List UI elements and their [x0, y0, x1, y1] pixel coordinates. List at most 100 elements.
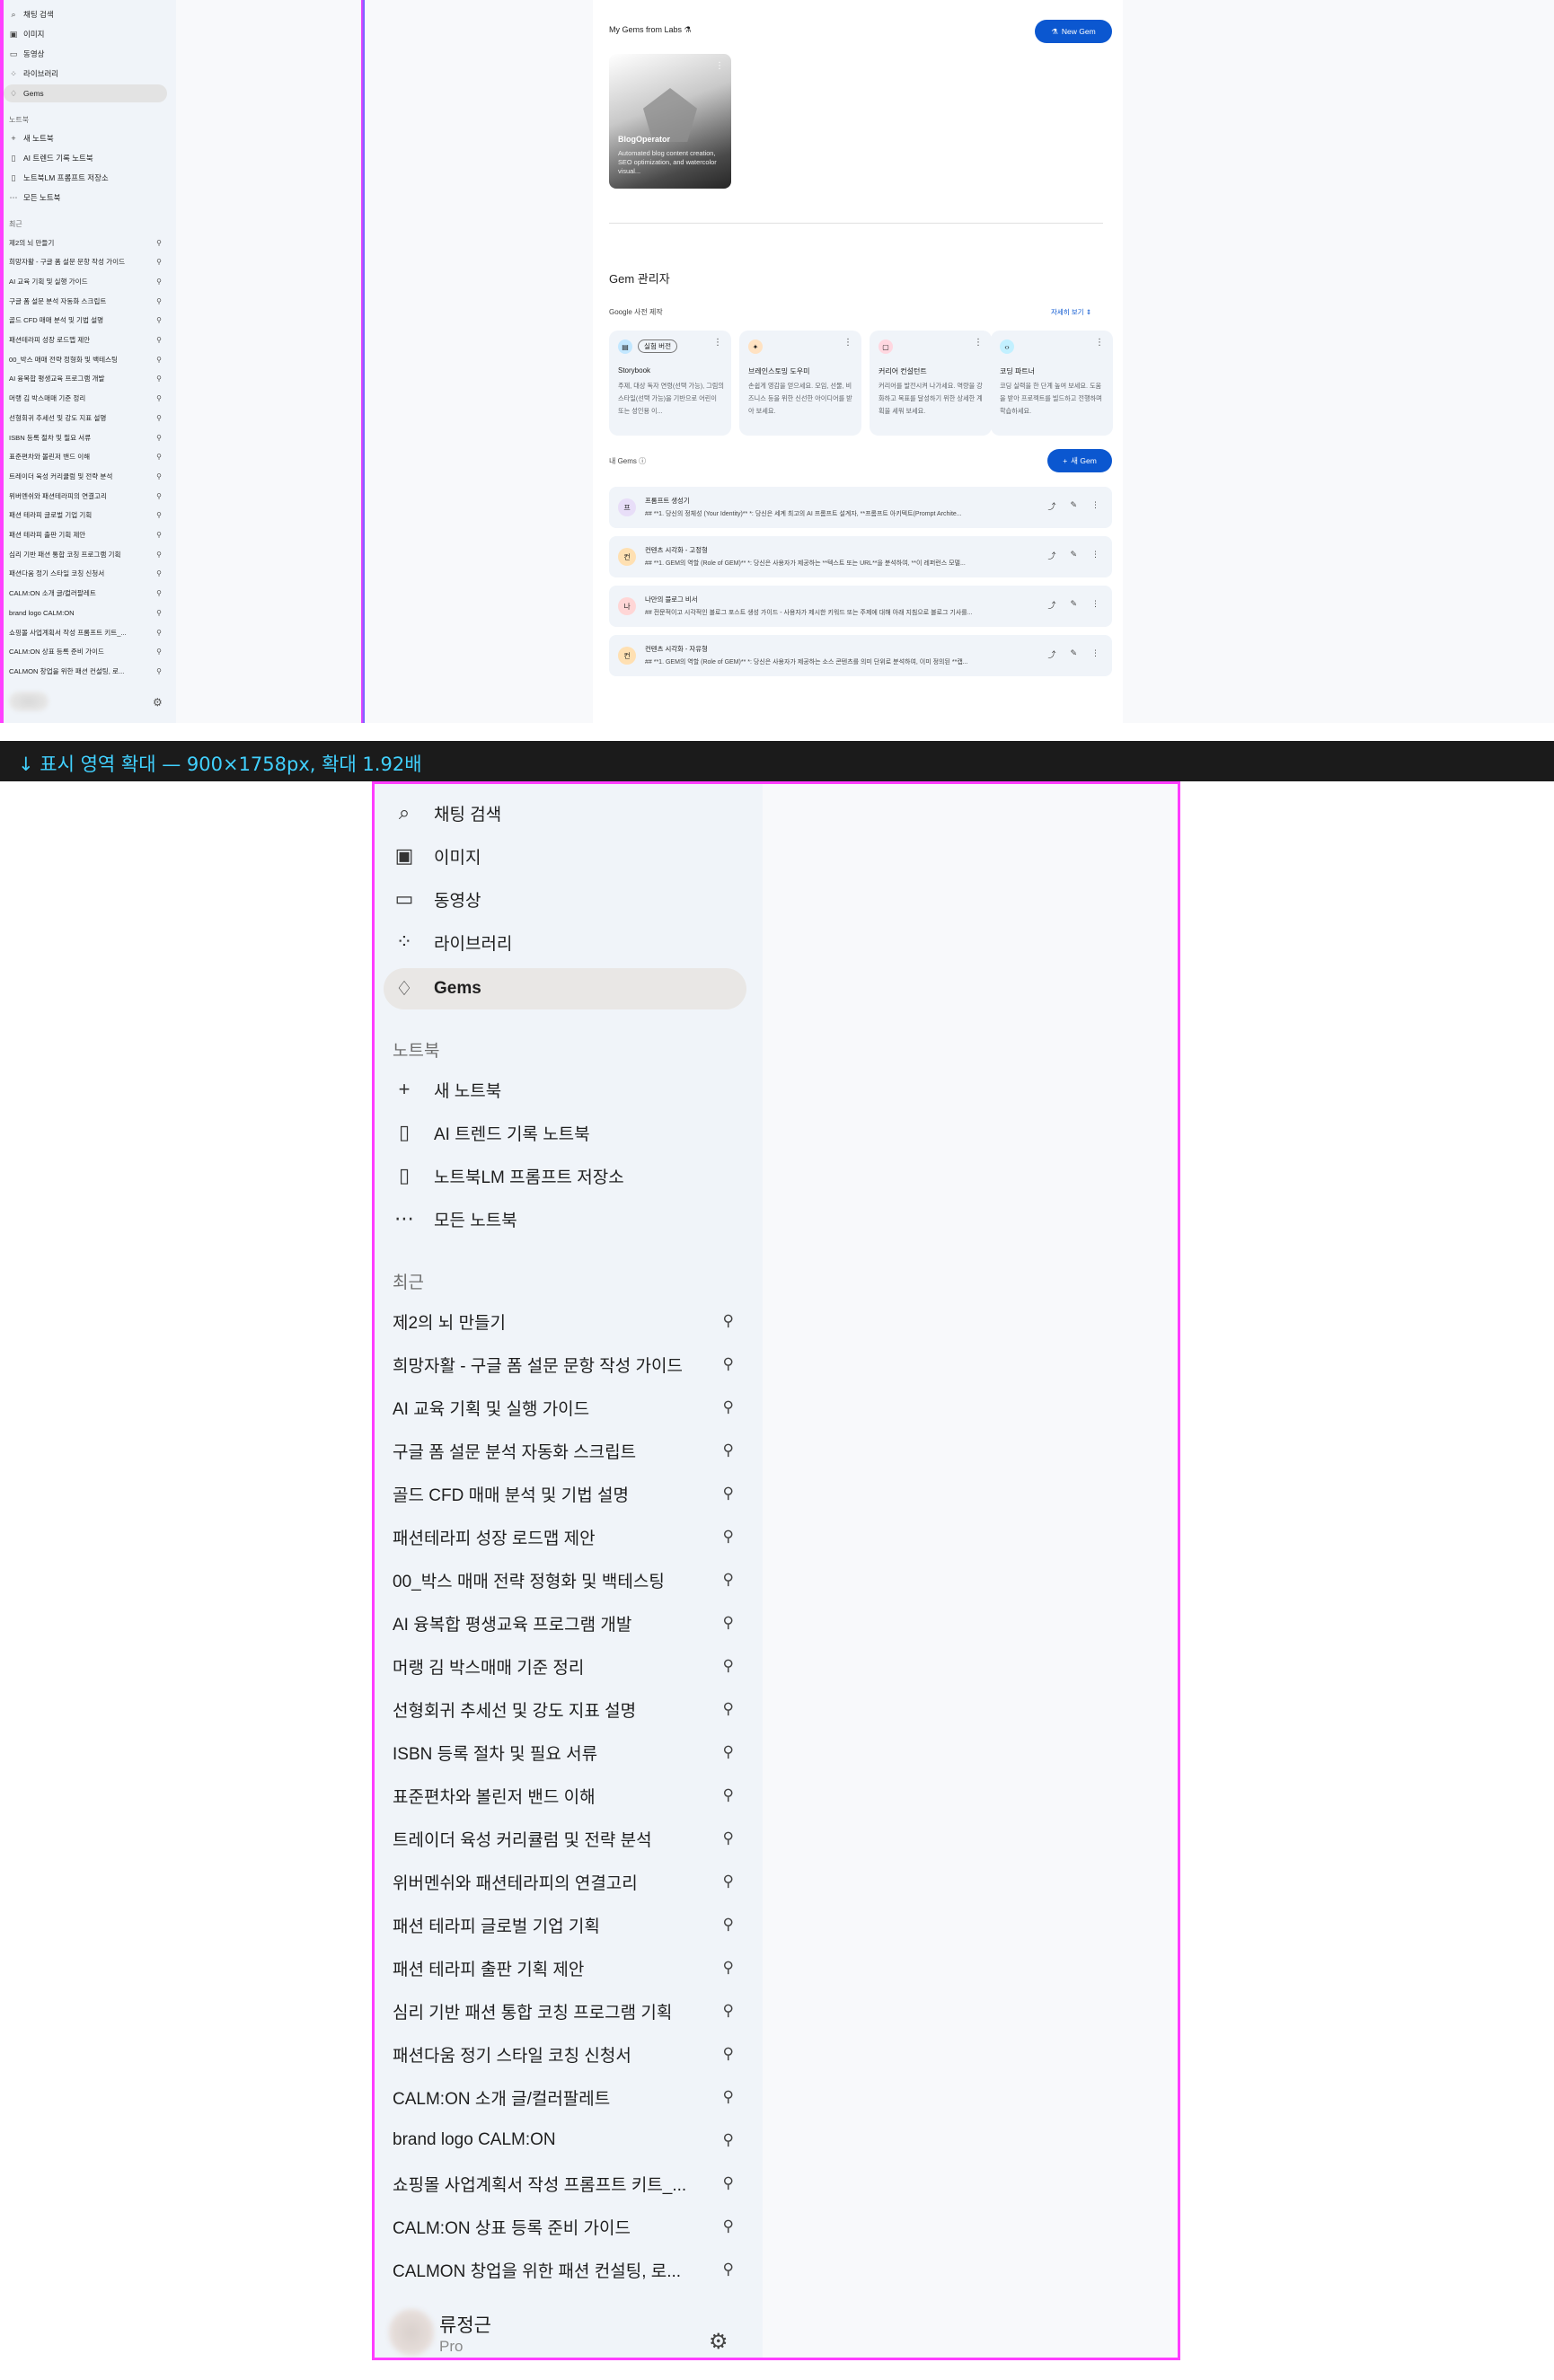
pin-icon[interactable]: ⚲	[156, 297, 162, 305]
pin-icon[interactable]: ⚲	[723, 1829, 734, 1847]
avatar[interactable]	[389, 2309, 434, 2356]
more-vert-icon[interactable]: ⋮	[974, 338, 983, 348]
sidebar-item-images[interactable]: ▣ 이미지	[393, 838, 481, 874]
share-icon[interactable]: ⤴	[1047, 648, 1055, 660]
recent-chat-item[interactable]: 희망자활 - 구글 폼 설문 문항 작성 가이드 ⚲	[393, 1346, 734, 1382]
pin-icon[interactable]: ⚲	[156, 278, 162, 286]
recent-chat-item[interactable]: CALMON 창업을 위한 패션 컨설팅, 로... ⚲	[9, 662, 162, 680]
recent-chat-item[interactable]: 심리 기반 패션 통합 코칭 프로그램 기획 ⚲	[9, 545, 162, 563]
pin-icon[interactable]: ⚲	[723, 1873, 734, 1891]
recent-chat-item[interactable]: 00_박스 매매 전략 정형화 및 백테스팅 ⚲	[9, 350, 162, 368]
pin-icon[interactable]: ⚲	[156, 414, 162, 422]
recent-chat-item[interactable]: CALM:ON 상표 등록 준비 가이드 ⚲	[9, 643, 162, 661]
pin-icon[interactable]: ⚲	[156, 336, 162, 344]
pin-icon[interactable]: ⚲	[723, 1743, 734, 1761]
more-vert-icon[interactable]: ⋮	[843, 338, 852, 348]
pin-icon[interactable]: ⚲	[156, 258, 162, 266]
pin-icon[interactable]: ⚲	[156, 356, 162, 364]
sidebar-item-notebook-1[interactable]: ▯ AI 트렌드 기록 노트북	[9, 149, 93, 167]
recent-chat-item[interactable]: AI 교육 기획 및 실행 가이드 ⚲	[9, 272, 162, 290]
recent-chat-item[interactable]: 패션 테라피 글로벌 기업 기획 ⚲	[393, 1907, 734, 1943]
pin-icon[interactable]: ⚲	[156, 316, 162, 324]
more-vert-icon[interactable]: ⋮	[1091, 648, 1099, 660]
recent-chat-item[interactable]: 패션테라피 성장 로드맵 제안 ⚲	[9, 331, 162, 349]
recent-chat-item[interactable]: 패션 테라피 출판 기획 제안 ⚲	[9, 526, 162, 544]
recent-chat-item[interactable]: 패션테라피 성장 로드맵 제안 ⚲	[393, 1519, 734, 1555]
more-vert-icon[interactable]: ⋮	[1091, 500, 1099, 512]
my-gem-row[interactable]: 컨 컨텐츠 시각화 - 고정형 ## **1. GEM의 역할 (Role of…	[609, 536, 1112, 577]
premade-card-storybook[interactable]: ▤ 실험 버전 ⋮ Storybook 주제, 대상 독자 연령(선택 가능),…	[609, 331, 731, 436]
pin-icon[interactable]: ⚲	[723, 2002, 734, 2020]
pin-icon[interactable]: ⚲	[156, 453, 162, 461]
premade-card-brainstorm[interactable]: ✦ ⋮ 브레인스토밍 도우미 손쉽게 영감을 얻으세요. 모임, 선물, 비즈니…	[739, 331, 861, 436]
view-more-link[interactable]: 자세히 보기 ⇕	[1051, 307, 1091, 317]
recent-chat-item[interactable]: 제2의 뇌 만들기 ⚲	[9, 234, 162, 251]
edit-icon[interactable]: ✎	[1070, 500, 1077, 512]
share-icon[interactable]: ⤴	[1047, 599, 1055, 611]
recent-chat-item[interactable]: 쇼핑몰 사업계획서 작성 프롬프트 키트_... ⚲	[393, 2165, 734, 2201]
pin-icon[interactable]: ⚲	[723, 1916, 734, 1934]
recent-chat-item[interactable]: 쇼핑몰 사업계획서 작성 프롬프트 키트_... ⚲	[9, 623, 162, 641]
share-icon[interactable]: ⤴	[1047, 550, 1055, 561]
pin-icon[interactable]: ⚲	[723, 1614, 734, 1632]
recent-chat-item[interactable]: AI 교육 기획 및 실행 가이드 ⚲	[393, 1389, 734, 1425]
recent-chat-item[interactable]: 심리 기반 패션 통합 코칭 프로그램 기획 ⚲	[393, 1993, 734, 2029]
pin-icon[interactable]: ⚲	[156, 239, 162, 247]
recent-chat-item[interactable]: 골드 CFD 매매 분석 및 기법 설명 ⚲	[393, 1476, 734, 1512]
recent-chat-item[interactable]: 패션 테라피 글로벌 기업 기획 ⚲	[9, 507, 162, 524]
recent-chat-item[interactable]: 희망자활 - 구글 폼 설문 문항 작성 가이드 ⚲	[9, 253, 162, 271]
gear-icon[interactable]: ⚙	[153, 696, 163, 709]
pin-icon[interactable]: ⚲	[156, 667, 162, 675]
recent-chat-item[interactable]: CALMON 창업을 위한 패션 컨설팅, 로... ⚲	[393, 2252, 734, 2287]
more-vert-icon[interactable]: ⋮	[1095, 338, 1104, 348]
more-vert-icon[interactable]: ⋮	[713, 338, 722, 348]
pin-icon[interactable]: ⚲	[156, 629, 162, 637]
pin-icon[interactable]: ⚲	[156, 569, 162, 577]
pin-icon[interactable]: ⚲	[723, 1657, 734, 1675]
new-gem-button[interactable]: ⚗ New Gem	[1035, 20, 1112, 43]
recent-chat-item[interactable]: 머랭 김 박스매매 기준 정리 ⚲	[393, 1648, 734, 1684]
recent-chat-item[interactable]: 패션다움 정기 스타일 코칭 신청서 ⚲	[9, 565, 162, 583]
recent-chat-item[interactable]: ISBN 등록 절차 및 필요 서류 ⚲	[9, 428, 162, 446]
sidebar-item-videos[interactable]: ▭ 동영상	[9, 45, 45, 63]
labs-gem-card[interactable]: ⋮ BlogOperator Automated blog content cr…	[609, 54, 731, 189]
premade-card-coding[interactable]: ‹› ⋮ 코딩 파트너 코딩 실력을 한 단계 높여 보세요. 도움을 받아 프…	[991, 331, 1113, 436]
recent-chat-item[interactable]: 구글 폼 설문 분석 자동화 스크립트 ⚲	[393, 1432, 734, 1468]
recent-chat-item[interactable]: brand logo CALM:ON ⚲	[9, 604, 162, 621]
my-gem-row[interactable]: 나 나만의 블로그 비서 ## 전문적이고 시각적인 블로그 포스트 생성 가이…	[609, 586, 1112, 627]
pin-icon[interactable]: ⚲	[723, 1398, 734, 1416]
pin-icon[interactable]: ⚲	[723, 1485, 734, 1503]
sidebar-item-new-notebook[interactable]: + 새 노트북	[393, 1071, 502, 1107]
recent-chat-item[interactable]: ISBN 등록 절차 및 필요 서류 ⚲	[393, 1734, 734, 1770]
pin-icon[interactable]: ⚲	[156, 648, 162, 656]
pin-icon[interactable]: ⚲	[156, 551, 162, 559]
recent-chat-item[interactable]: 트레이더 육성 커리큘럼 및 전략 분석 ⚲	[393, 1820, 734, 1856]
edit-icon[interactable]: ✎	[1070, 599, 1077, 611]
pin-icon[interactable]: ⚲	[723, 1312, 734, 1330]
pin-icon[interactable]: ⚲	[723, 1959, 734, 1977]
pin-icon[interactable]: ⚲	[723, 1441, 734, 1459]
pin-icon[interactable]: ⚲	[723, 2261, 734, 2279]
pin-icon[interactable]: ⚲	[723, 1528, 734, 1546]
sidebar-item-images[interactable]: ▣ 이미지	[9, 25, 45, 43]
pin-icon[interactable]: ⚲	[156, 434, 162, 442]
recent-chat-item[interactable]: 머랭 김 박스매매 기준 정리 ⚲	[9, 390, 162, 408]
sidebar-item-library[interactable]: ⁘ 라이브러리	[393, 924, 513, 960]
avatar[interactable]	[9, 692, 49, 711]
recent-chat-item[interactable]: brand logo CALM:ON ⚲	[393, 2122, 734, 2158]
more-vert-icon[interactable]: ⋮	[1091, 550, 1099, 561]
recent-chat-item[interactable]: 제2의 뇌 만들기 ⚲	[393, 1303, 734, 1339]
edit-icon[interactable]: ✎	[1070, 550, 1077, 561]
pin-icon[interactable]: ⚲	[723, 1700, 734, 1718]
sidebar-item-gems[interactable]: ♢ Gems	[393, 971, 481, 1007]
new-gem-kr-button[interactable]: + 새 Gem	[1047, 449, 1112, 472]
sidebar-item-library[interactable]: ⁘ 라이브러리	[9, 65, 58, 83]
pin-icon[interactable]: ⚲	[156, 472, 162, 480]
sidebar-item-notebook-2[interactable]: ▯ 노트북LM 프롬프트 저장소	[393, 1158, 624, 1194]
recent-chat-item[interactable]: 골드 CFD 매매 분석 및 기법 설명 ⚲	[9, 312, 162, 330]
recent-chat-item[interactable]: CALM:ON 소개 글/컬러팔레트 ⚲	[393, 2079, 734, 2115]
recent-chat-item[interactable]: 위버멘쉬와 패션테라피의 연결고리 ⚲	[393, 1864, 734, 1900]
recent-chat-item[interactable]: CALM:ON 상표 등록 준비 가이드 ⚲	[393, 2208, 734, 2244]
recent-chat-item[interactable]: AI 융복합 평생교육 프로그램 개발 ⚲	[393, 1605, 734, 1641]
recent-chat-item[interactable]: 선형회귀 추세선 및 강도 지표 설명 ⚲	[393, 1691, 734, 1727]
